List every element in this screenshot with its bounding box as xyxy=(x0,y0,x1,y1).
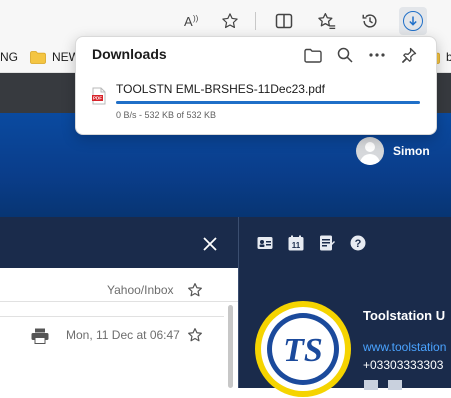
open-folder-icon[interactable] xyxy=(303,45,323,65)
scrollbar-thumb[interactable] xyxy=(228,305,233,388)
downloads-title: Downloads xyxy=(92,46,167,62)
pdf-icon: PDF xyxy=(92,87,106,105)
toolbar-divider xyxy=(255,12,256,30)
notes-icon[interactable] xyxy=(319,235,335,251)
logo-text: TS xyxy=(283,332,323,369)
help-icon[interactable]: ? xyxy=(350,235,366,251)
favorite-item[interactable]: NG xyxy=(0,49,18,65)
svg-text:)): )) xyxy=(193,14,199,23)
mail-icon[interactable] xyxy=(364,380,378,390)
message-date: Mon, 11 Dec at 06:47 xyxy=(66,328,180,342)
pin-icon[interactable] xyxy=(399,45,419,65)
more-icon[interactable] xyxy=(367,45,387,65)
print-icon[interactable] xyxy=(31,328,49,344)
company-name: Toolstation U xyxy=(363,308,446,323)
favorite-label: brick xyxy=(446,50,451,64)
favorite-star-icon[interactable] xyxy=(216,7,244,35)
downloads-icon xyxy=(403,11,423,31)
download-filename[interactable]: TOOLSTN EML-BRSHES-11Dec23.pdf xyxy=(116,82,325,96)
star-icon[interactable] xyxy=(187,327,203,343)
favorite-folder[interactable]: NEW xyxy=(30,49,80,65)
calendar-icon[interactable]: 11 xyxy=(288,235,304,251)
favorites-icon[interactable] xyxy=(313,7,341,35)
folder-icon xyxy=(30,50,46,64)
divider xyxy=(0,301,238,302)
download-progress-fill xyxy=(116,101,420,104)
contact-card-icon[interactable] xyxy=(257,235,273,251)
company-phone: +03303333303 xyxy=(363,358,444,372)
star-icon[interactable] xyxy=(187,282,203,298)
download-progress-bar xyxy=(116,101,420,104)
read-aloud-icon[interactable]: A)) xyxy=(178,7,206,35)
download-item[interactable]: PDF TOOLSTN EML-BRSHES-11Dec23.pdf 0 B/s… xyxy=(76,77,436,123)
close-icon[interactable] xyxy=(200,234,220,254)
search-icon[interactable] xyxy=(335,45,355,65)
downloads-button[interactable] xyxy=(399,7,427,35)
divider xyxy=(0,316,238,317)
svg-text:?: ? xyxy=(355,238,362,250)
sender-panel-tools: 11 ? xyxy=(257,235,366,251)
account-menu[interactable]: Simon xyxy=(356,137,430,165)
download-status: 0 B/s - 532 KB of 532 KB xyxy=(116,110,217,120)
svg-text:PDF: PDF xyxy=(93,96,102,101)
contact-actions xyxy=(364,380,402,390)
svg-text:11: 11 xyxy=(292,241,301,250)
account-name: Simon xyxy=(393,144,430,158)
split-screen-icon[interactable] xyxy=(270,7,298,35)
svg-text:A: A xyxy=(184,14,193,29)
company-website-link[interactable]: www.toolstation xyxy=(363,340,446,354)
history-icon[interactable] xyxy=(356,7,384,35)
favorite-label: NG xyxy=(0,50,18,64)
chat-icon[interactable] xyxy=(388,380,402,390)
company-logo: TS xyxy=(254,300,352,398)
message-folder: Yahoo/Inbox xyxy=(107,283,174,297)
avatar xyxy=(356,137,384,165)
downloads-panel: Downloads PDF TOOLSTN EML-BRSHES-11Dec23… xyxy=(75,36,437,135)
